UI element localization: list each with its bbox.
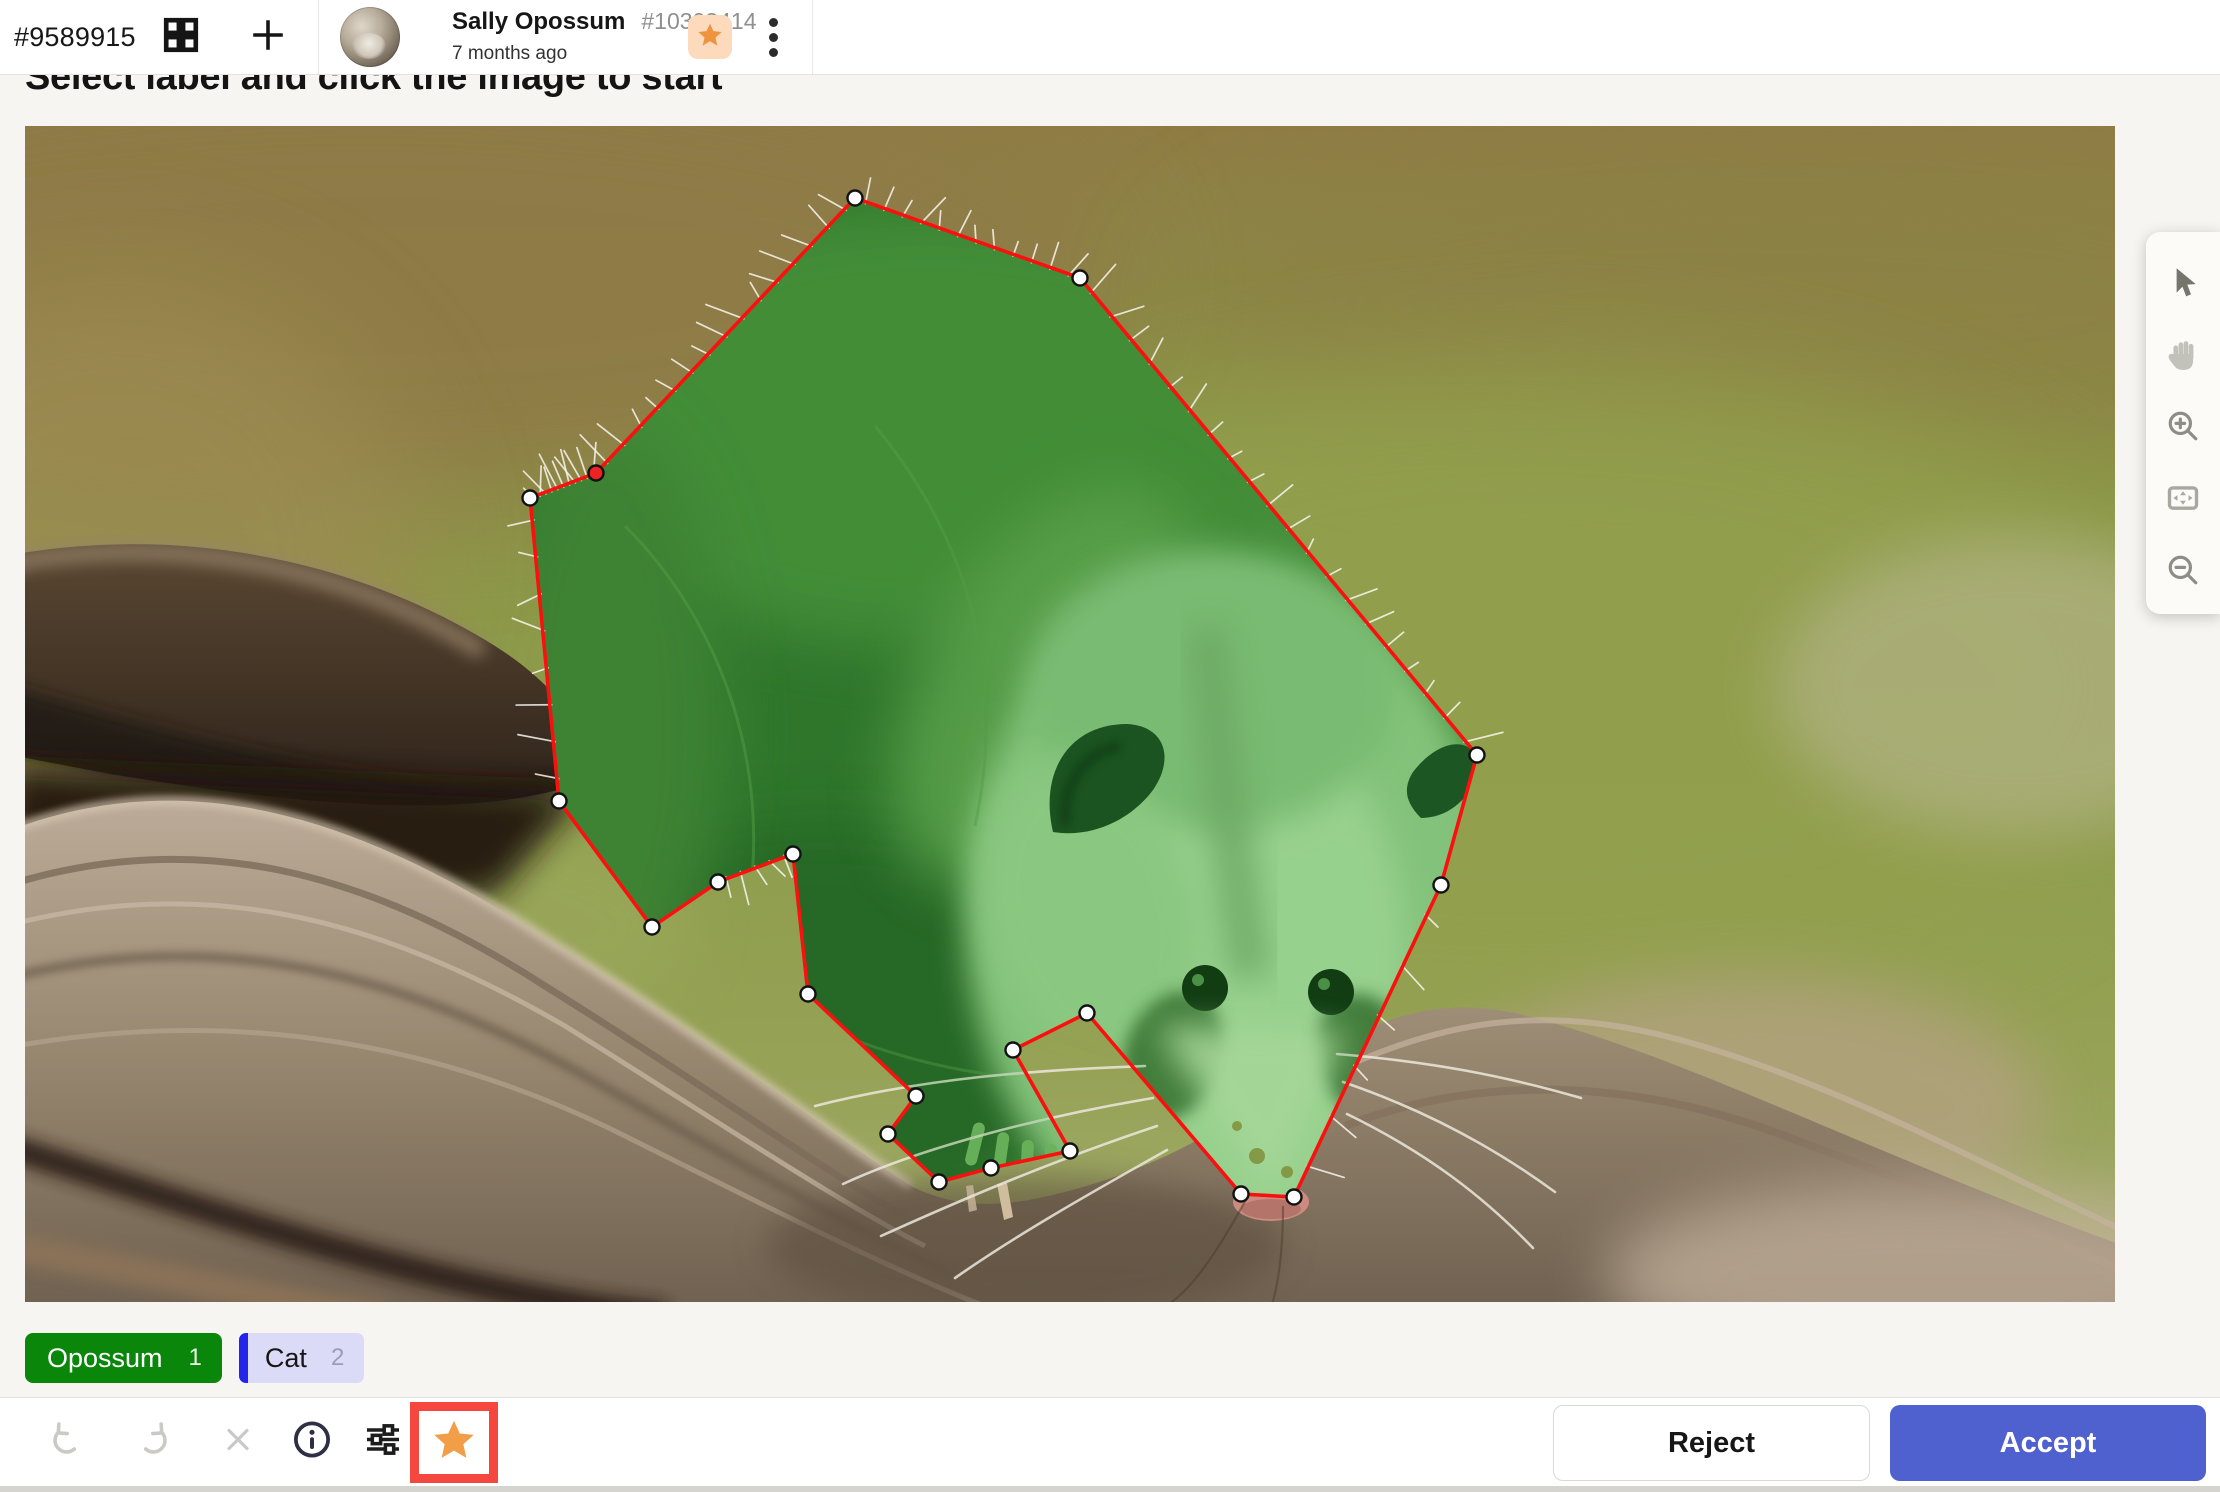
annotation-canvas[interactable] — [25, 126, 2115, 1302]
polygon-vertex[interactable] — [881, 1127, 896, 1142]
settings-sliders-icon — [364, 1421, 402, 1464]
polygon-vertex[interactable] — [932, 1175, 947, 1190]
polygon-vertex[interactable] — [848, 191, 863, 206]
ground-truth-star-button[interactable] — [688, 15, 732, 59]
delete-icon — [222, 1424, 254, 1461]
add-annotation-button[interactable] — [238, 0, 298, 74]
window-bottom-edge — [0, 1486, 2220, 1492]
zoom-out-icon — [2166, 553, 2200, 592]
avatar[interactable] — [340, 7, 400, 67]
label-text: Cat — [265, 1343, 307, 1374]
settings-button[interactable] — [364, 1421, 402, 1464]
polygon-vertex[interactable] — [1080, 1006, 1095, 1021]
polygon-vertex[interactable] — [1434, 878, 1449, 893]
polygon-vertex[interactable] — [801, 987, 816, 1002]
grid-view-button[interactable] — [152, 0, 210, 74]
fit-screen-button[interactable] — [2165, 482, 2201, 518]
polygon-vertex[interactable] — [523, 491, 538, 506]
label-cat[interactable]: Cat 2 — [239, 1333, 364, 1383]
grid-icon — [162, 16, 200, 59]
more-options-button[interactable] — [758, 15, 788, 59]
polygon-vertex[interactable] — [1073, 271, 1088, 286]
header-divider — [318, 0, 319, 74]
polygon-vertex[interactable] — [1287, 1190, 1302, 1205]
polygon-vertex[interactable] — [711, 875, 726, 890]
redo-button[interactable] — [135, 1421, 173, 1464]
pointer-tool-button[interactable] — [2165, 266, 2201, 302]
polygon-vertex[interactable] — [909, 1089, 924, 1104]
label-selector: Opossum 1 Cat 2 — [25, 1333, 364, 1383]
zoom-out-button[interactable] — [2165, 554, 2201, 590]
polygon-vertex[interactable] — [1470, 748, 1485, 763]
task-id: #9589915 — [14, 0, 136, 74]
zoom-in-button[interactable] — [2165, 410, 2201, 446]
star-button-highlight[interactable] — [410, 1402, 498, 1483]
info-button[interactable] — [292, 1420, 332, 1465]
reject-button[interactable]: Reject — [1553, 1405, 1870, 1481]
label-hotkey: 1 — [189, 1344, 202, 1372]
info-icon — [292, 1420, 332, 1465]
top-bar: #9589915 Sally Opossum #10303414 7 month… — [0, 0, 2220, 75]
polygon-vertex[interactable] — [984, 1161, 999, 1176]
polygon-vertex[interactable] — [552, 794, 567, 809]
label-opossum[interactable]: Opossum 1 — [25, 1333, 222, 1383]
star-icon — [697, 22, 723, 53]
pointer-icon — [2166, 265, 2200, 304]
undo-icon — [47, 1421, 85, 1464]
fit-screen-icon — [2165, 480, 2201, 521]
accept-button[interactable]: Accept — [1890, 1405, 2206, 1481]
kebab-dot — [769, 18, 778, 27]
polygon-vertex[interactable] — [786, 847, 801, 862]
annotator-name: Sally Opossum — [452, 8, 625, 36]
star-icon — [432, 1418, 476, 1467]
polygon-vertex-active[interactable] — [589, 466, 604, 481]
kebab-dot — [769, 48, 778, 57]
plus-icon — [249, 16, 287, 59]
zoom-in-icon — [2166, 409, 2200, 448]
pan-hand-icon — [2166, 337, 2200, 376]
action-bar: Reject Accept — [0, 1397, 2220, 1487]
header-divider — [812, 0, 813, 74]
label-hotkey: 2 — [331, 1344, 344, 1372]
polygon-vertex[interactable] — [1006, 1043, 1021, 1058]
polygon-vertex[interactable] — [1063, 1144, 1078, 1159]
opossum-photo[interactable] — [25, 126, 2115, 1302]
label-text: Opossum — [47, 1343, 163, 1374]
undo-button[interactable] — [47, 1421, 85, 1464]
pan-tool-button[interactable] — [2165, 338, 2201, 374]
kebab-dot — [769, 33, 778, 42]
zoom-toolbar — [2146, 232, 2220, 614]
redo-icon — [135, 1421, 173, 1464]
delete-annotation-button[interactable] — [222, 1424, 254, 1461]
polygon-vertex[interactable] — [645, 920, 660, 935]
polygon-vertex[interactable] — [1234, 1187, 1249, 1202]
